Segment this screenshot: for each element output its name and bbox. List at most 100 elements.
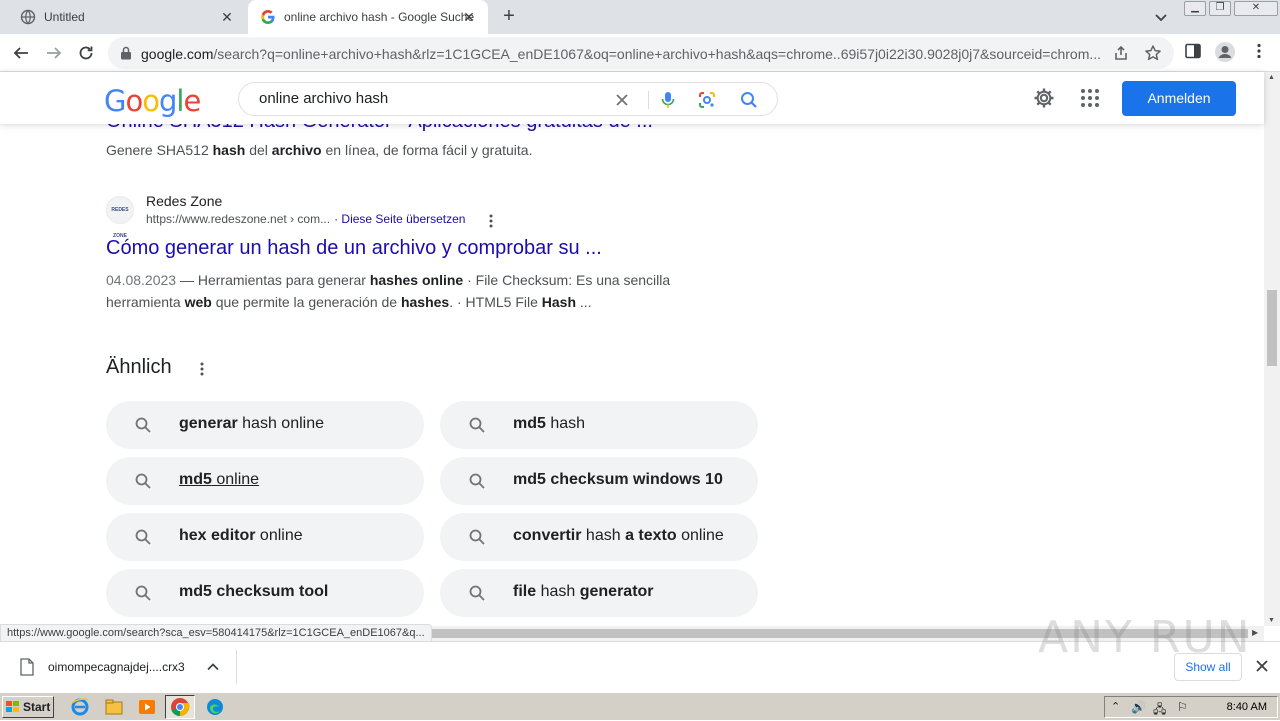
- result-title-link[interactable]: Cómo generar un hash de un archivo y com…: [106, 237, 602, 260]
- file-explorer-icon[interactable]: [104, 697, 124, 717]
- start-button[interactable]: Start: [2, 696, 54, 718]
- microphone-icon[interactable]: [659, 90, 677, 110]
- search-icon: [469, 417, 485, 433]
- related-search-chip[interactable]: convertir hash a texto online: [440, 513, 758, 561]
- similar-options-icon[interactable]: [196, 360, 208, 378]
- chevron-up-icon[interactable]: [206, 660, 220, 674]
- settings-gear-icon[interactable]: [1033, 87, 1055, 109]
- snippet-text: que permite la generación de: [211, 294, 401, 310]
- chip-label: md5 hash: [513, 415, 585, 433]
- lock-icon[interactable]: [120, 46, 132, 60]
- file-icon: [20, 658, 34, 676]
- edge-icon[interactable]: [205, 697, 225, 717]
- snippet-highlight: hash: [212, 142, 246, 158]
- internet-explorer-icon[interactable]: [70, 697, 90, 717]
- snippet-highlight: Hash: [541, 294, 577, 310]
- clear-search-icon[interactable]: [613, 91, 631, 109]
- back-button[interactable]: [10, 42, 32, 64]
- sign-in-button[interactable]: Anmelden: [1122, 81, 1236, 116]
- horizontal-scrollbar-thumb[interactable]: [424, 629, 1248, 638]
- search-icon: [135, 417, 151, 433]
- tab-untitled[interactable]: Untitled ✕: [8, 0, 246, 34]
- download-shelf: ANY RUN oimompecagnajdej....crx3 Show al…: [0, 612, 1280, 691]
- address-bar[interactable]: google.com/search?q=online+archivo+hash&…: [108, 37, 1174, 69]
- related-search-chip[interactable]: md5 hash: [440, 401, 758, 449]
- minimize-window-button[interactable]: ▁: [1184, 1, 1206, 16]
- related-search-chip[interactable]: md5 checksum windows 10: [440, 457, 758, 505]
- vertical-scrollbar[interactable]: ▲ ▼: [1264, 72, 1280, 626]
- google-lens-icon[interactable]: [697, 90, 717, 110]
- share-icon[interactable]: [1112, 44, 1130, 62]
- related-search-chip[interactable]: md5 online: [106, 457, 424, 505]
- kebab-menu-icon[interactable]: [1250, 42, 1268, 60]
- google-logo[interactable]: Google: [104, 84, 201, 118]
- forward-button[interactable]: [43, 42, 65, 64]
- close-window-button[interactable]: ✕: [1234, 1, 1278, 16]
- search-submit-icon[interactable]: [739, 90, 759, 110]
- chip-bold-text: convertir: [513, 527, 582, 544]
- search-icon: [469, 585, 485, 601]
- translate-page-link[interactable]: · Diese Seite übersetzen: [334, 212, 465, 226]
- new-tab-plus-icon[interactable]: +: [498, 6, 520, 28]
- tray-expand-icon[interactable]: ⌃: [1111, 700, 1120, 713]
- google-search-box[interactable]: [238, 82, 778, 116]
- search-box-divider: [648, 91, 649, 109]
- restore-window-button[interactable]: ❐: [1209, 1, 1231, 16]
- media-player-icon[interactable]: [137, 697, 157, 717]
- chip-text: online: [211, 471, 260, 488]
- snippet-highlight: archivo: [271, 142, 322, 158]
- chip-text: hash: [536, 583, 580, 600]
- tab-strip: Untitled ✕ online archivo hash - Google …: [0, 0, 1280, 34]
- chip-bold-text: hex editor: [179, 527, 256, 544]
- related-search-chip[interactable]: md5 checksum tool: [106, 569, 424, 617]
- site-name[interactable]: Redes Zone: [146, 193, 222, 209]
- search-icon: [469, 473, 485, 489]
- network-icon[interactable]: 🖧: [1153, 700, 1166, 721]
- start-label: Start: [23, 700, 51, 714]
- scroll-right-arrow-icon[interactable]: ▶: [1252, 628, 1258, 637]
- side-panel-icon[interactable]: [1184, 42, 1202, 60]
- reload-icon: [79, 46, 93, 60]
- system-tray: ⌃ 🔊 🖧 ⚐ 8:40 AM: [1104, 696, 1278, 718]
- close-tab-icon[interactable]: ✕: [220, 10, 234, 24]
- chip-bold-text: file: [513, 583, 537, 600]
- related-search-chip[interactable]: hex editor online: [106, 513, 424, 561]
- chip-bold-text: md5: [513, 415, 546, 432]
- search-input[interactable]: [259, 90, 599, 107]
- similar-searches-heading: Ähnlich: [106, 356, 172, 378]
- result-options-icon[interactable]: [484, 212, 498, 230]
- site-favicon[interactable]: REDES ZONE: [106, 196, 134, 239]
- site-url[interactable]: https://www.redeszone.net › com... · Dies…: [146, 212, 465, 226]
- download-filename[interactable]: oimompecagnajdej....crx3: [48, 660, 185, 674]
- windows-taskbar: Start ⌃ 🔊 🖧 ⚐ 8:40 AM: [0, 692, 1280, 720]
- reload-button[interactable]: [75, 42, 97, 64]
- google-apps-grid-icon[interactable]: [1080, 88, 1100, 108]
- taskbar-clock[interactable]: 8:40 AM: [1227, 701, 1267, 713]
- show-all-downloads-button[interactable]: Show all: [1174, 653, 1242, 681]
- chip-label: convertir hash a texto online: [513, 527, 724, 545]
- close-tab-icon[interactable]: ✕: [462, 10, 476, 24]
- volume-icon[interactable]: 🔊: [1131, 700, 1146, 714]
- profile-avatar-icon[interactable]: [1214, 41, 1236, 63]
- tab-google-search[interactable]: online archivo hash - Google Suche ✕: [248, 0, 488, 34]
- vertical-scrollbar-thumb[interactable]: [1267, 290, 1277, 366]
- url-text[interactable]: google.com/search?q=online+archivo+hash&…: [141, 46, 1111, 62]
- scroll-down-arrow-icon[interactable]: ▼: [1268, 617, 1275, 624]
- taskbar-chrome-active[interactable]: [165, 695, 195, 719]
- browser-toolbar: google.com/search?q=online+archivo+hash&…: [0, 34, 1280, 72]
- chip-bold-text: md5 checksum windows 10: [513, 471, 723, 488]
- tab-title: Untitled: [44, 10, 85, 24]
- related-search-chip[interactable]: file hash generator: [440, 569, 758, 617]
- snippet-text: en línea, de forma fácil y gratuita.: [321, 142, 533, 158]
- snippet-highlight: web: [184, 294, 212, 310]
- chip-label: md5 checksum tool: [179, 583, 328, 601]
- tab-search-chevron-icon[interactable]: [1152, 8, 1170, 26]
- scroll-up-arrow-icon[interactable]: ▲: [1268, 74, 1275, 81]
- action-center-flag-icon[interactable]: ⚐: [1177, 700, 1188, 714]
- related-search-chip[interactable]: generar hash online: [106, 401, 424, 449]
- result-snippet: Genere SHA512 hash del archivo en línea,…: [106, 142, 532, 158]
- snippet-text: . · HTML5 File: [449, 294, 542, 310]
- close-download-bar-icon[interactable]: [1255, 659, 1269, 673]
- url-host: google.com: [141, 46, 214, 62]
- bookmark-star-icon[interactable]: [1144, 44, 1162, 62]
